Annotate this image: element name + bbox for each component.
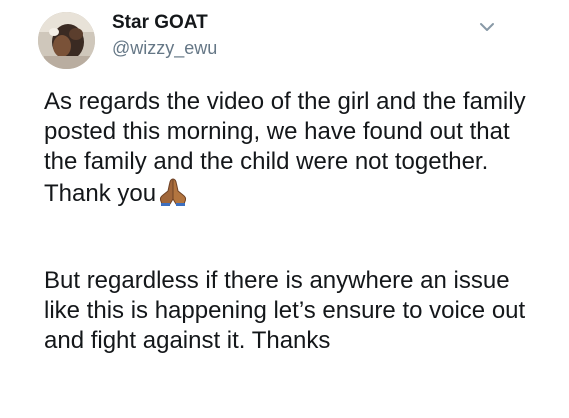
avatar-image <box>38 12 95 69</box>
folded-hands-emoji-icon <box>156 177 190 207</box>
tweet-paragraph-1-text: As regards the video of the girl and the… <box>44 88 526 207</box>
tweet-text-paragraph-2: But regardless if there is anywhere an i… <box>44 267 526 354</box>
profile-avatar[interactable] <box>38 12 95 69</box>
chevron-down-icon[interactable] <box>478 18 496 36</box>
user-handle[interactable]: @wizzy_ewu <box>112 38 217 59</box>
tweet-card: Star GOAT @wizzy_ewu As regards the vide… <box>0 0 569 418</box>
tweet-text-paragraph-1: As regards the video of the girl and the… <box>44 87 549 209</box>
display-name[interactable]: Star GOAT <box>112 12 208 34</box>
